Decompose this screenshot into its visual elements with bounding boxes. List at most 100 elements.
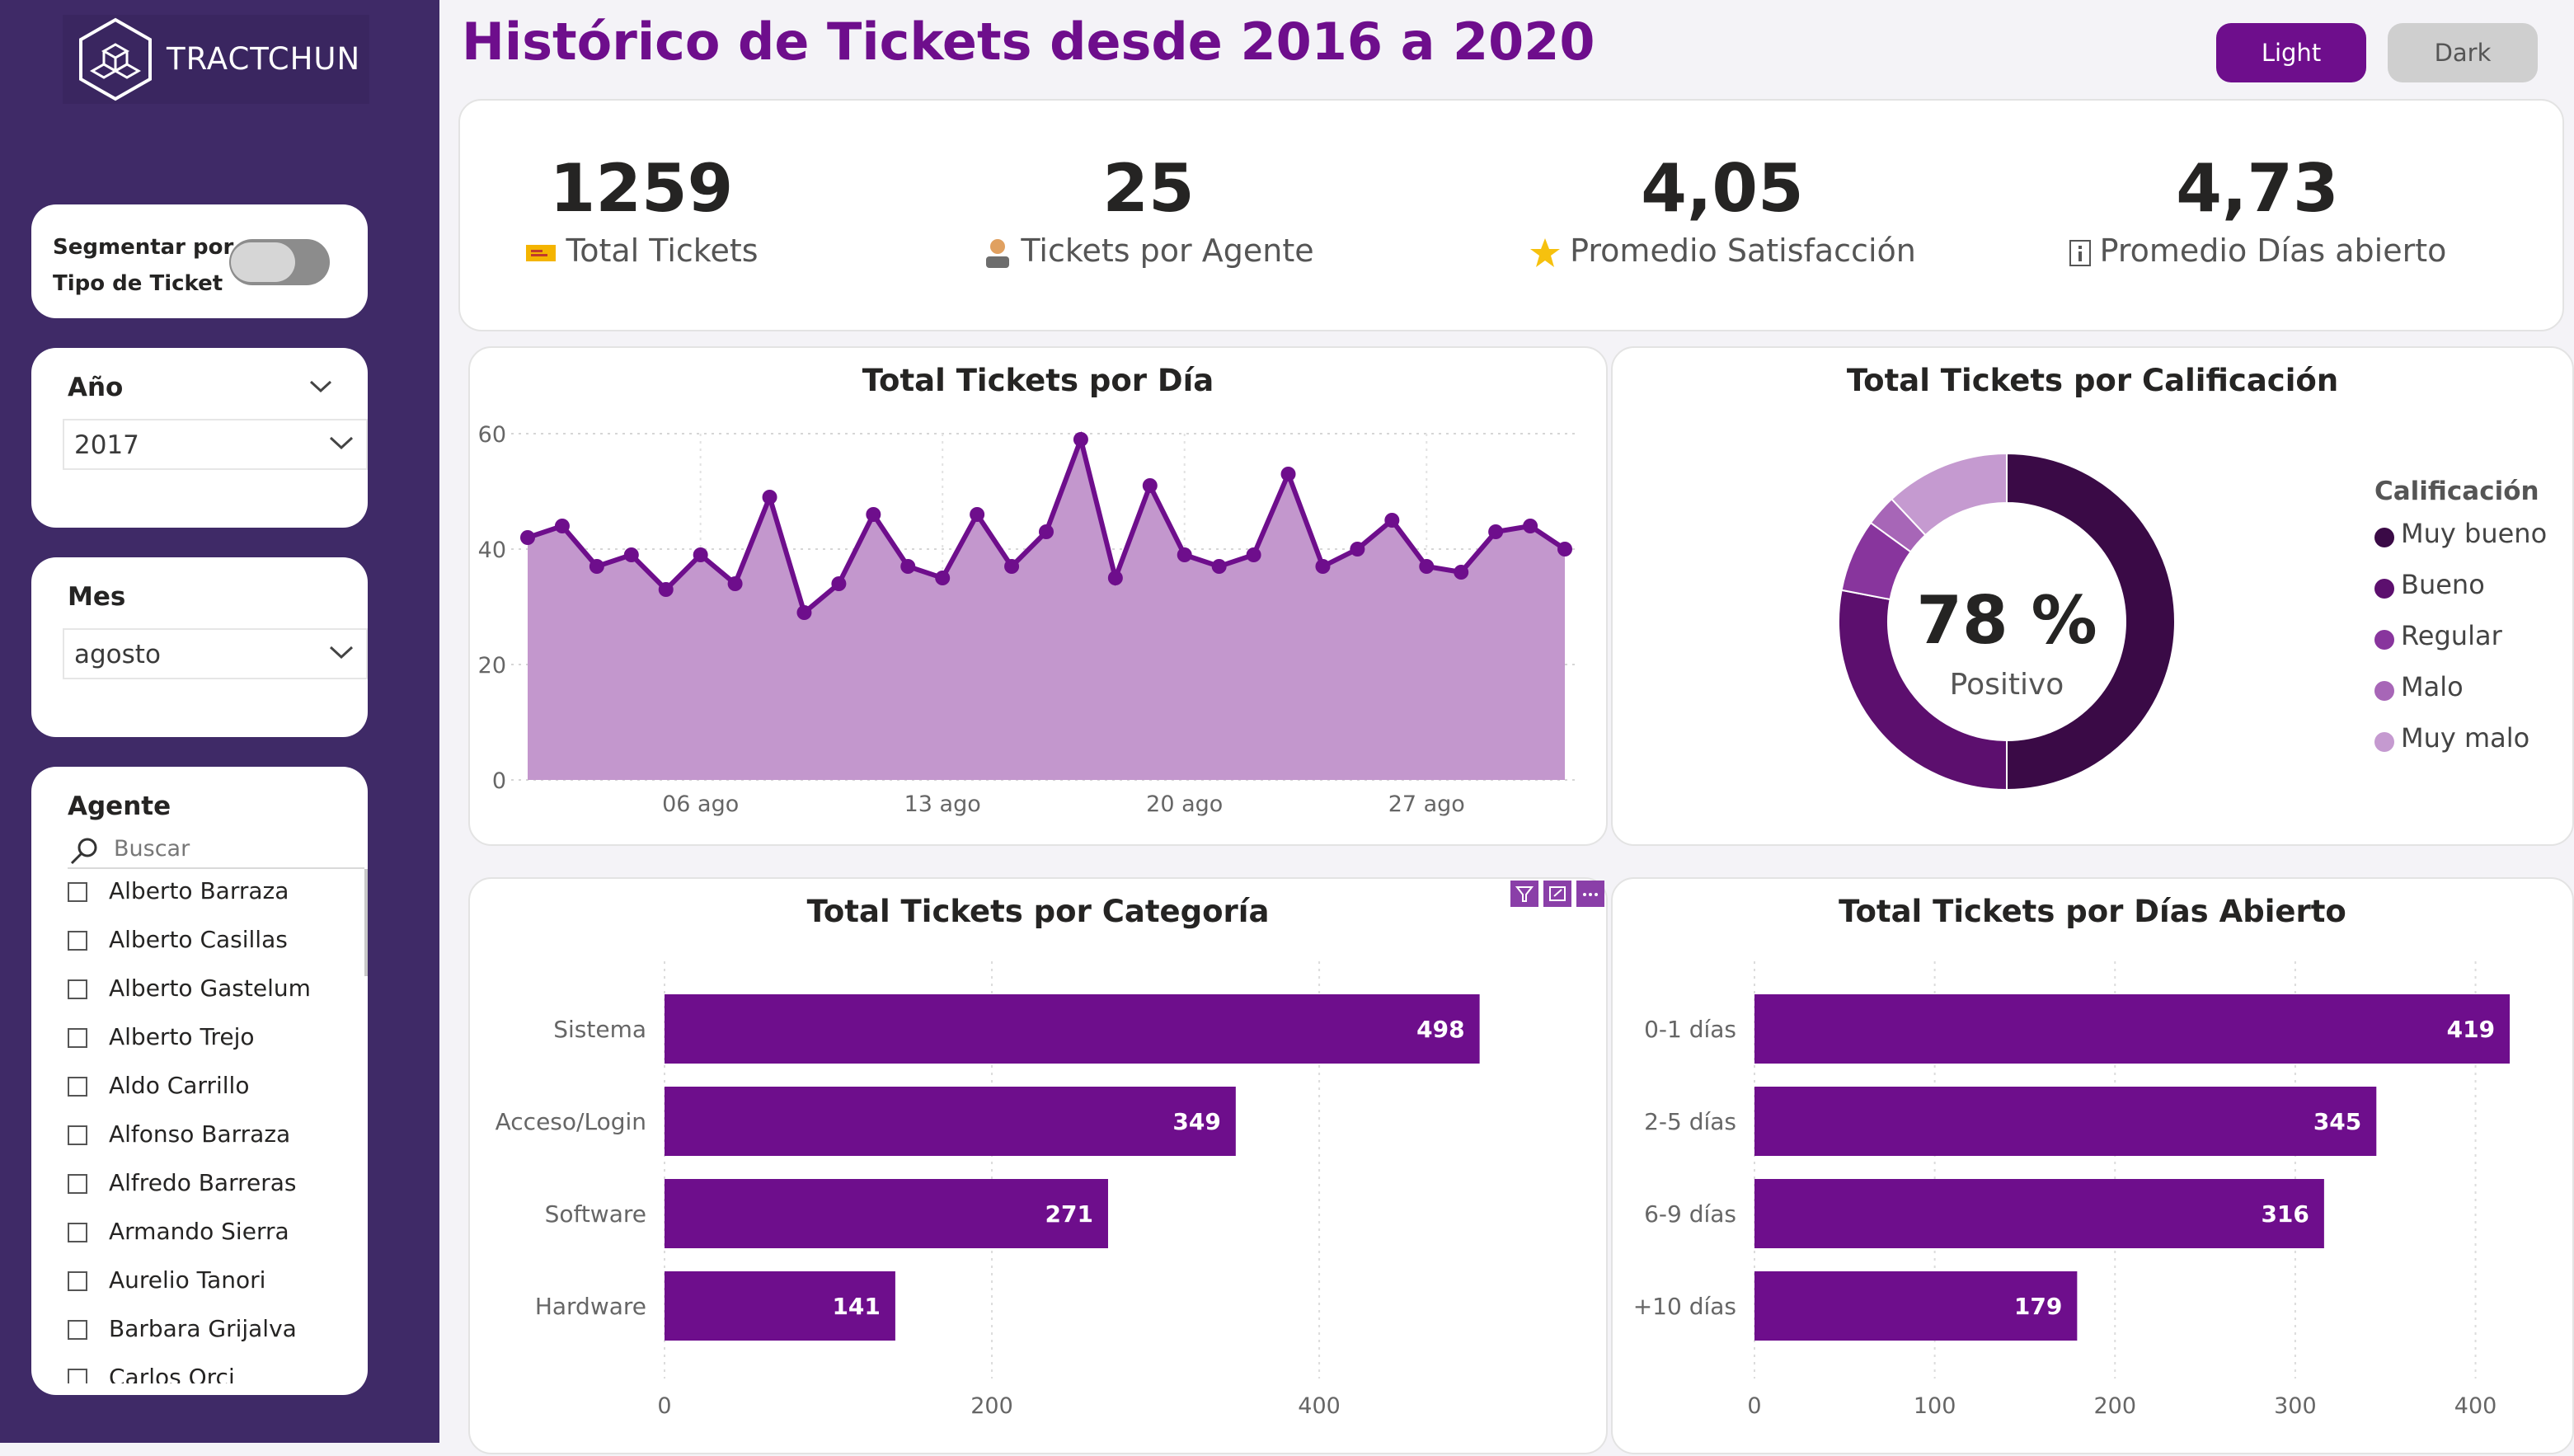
legend-item[interactable]: Bueno — [2374, 569, 2547, 620]
brand-name: TRACTCHUN — [167, 41, 361, 77]
data-point[interactable] — [1004, 559, 1020, 574]
chevron-down-icon[interactable] — [308, 379, 333, 394]
x-tick-label: 06 ago — [662, 791, 739, 817]
more-options-icon[interactable] — [1576, 881, 1604, 907]
data-point[interactable] — [1246, 547, 1261, 562]
agent-list-item[interactable]: Aldo Carrillo — [68, 1064, 364, 1112]
data-point[interactable] — [831, 576, 847, 591]
data-point[interactable] — [1419, 559, 1435, 574]
agent-list-item[interactable]: Alberto Trejo — [68, 1015, 364, 1064]
data-point[interactable] — [1350, 542, 1365, 557]
agent-checkbox[interactable] — [68, 1174, 87, 1194]
bar[interactable] — [665, 994, 1480, 1064]
data-point[interactable] — [866, 507, 881, 522]
category-bar-chart[interactable]: 0 200 400 Sistema 498 Acceso/Login 349 Software… — [470, 879, 1609, 1456]
light-theme-button[interactable]: Light — [2216, 23, 2366, 82]
data-point[interactable] — [1177, 547, 1192, 562]
data-point[interactable] — [623, 547, 639, 562]
data-point[interactable] — [1211, 559, 1227, 574]
area-fill — [528, 439, 1565, 780]
data-point[interactable] — [1039, 524, 1054, 539]
agent-checkbox[interactable] — [68, 1028, 87, 1048]
data-point[interactable] — [658, 582, 674, 597]
agent-list-item[interactable]: Alberto Casillas — [68, 918, 364, 966]
bar[interactable] — [1754, 1087, 2377, 1156]
data-point[interactable] — [1315, 559, 1331, 574]
agent-checkbox[interactable] — [68, 931, 87, 951]
agent-checkbox[interactable] — [68, 1320, 87, 1340]
legend-item[interactable]: Malo — [2374, 671, 2547, 722]
agent-search-input[interactable]: Buscar — [68, 834, 364, 869]
data-point[interactable] — [554, 519, 570, 533]
agent-list-scrollbar[interactable] — [364, 869, 368, 976]
data-point[interactable] — [762, 490, 777, 505]
data-point[interactable] — [693, 547, 708, 562]
legend-item[interactable]: Muy bueno — [2374, 518, 2547, 569]
segment-label-line2: Tipo de Ticket — [53, 271, 223, 296]
sidebar: TRACTCHUN Segmentar por Tipo de Ticket A… — [0, 0, 439, 1443]
agent-checkbox[interactable] — [68, 1125, 87, 1145]
data-point[interactable] — [589, 559, 604, 574]
agent-checkbox[interactable] — [68, 882, 87, 902]
kpi-value: 4,05 — [1641, 150, 1804, 227]
agent-list-item[interactable]: Carlos Orci — [68, 1355, 364, 1383]
data-point[interactable] — [1107, 571, 1123, 585]
bar[interactable] — [1754, 994, 2511, 1064]
kpi-label: Tickets por Agente — [1021, 232, 1314, 269]
data-point[interactable] — [1384, 513, 1400, 528]
page-title: Histórico de Tickets desde 2016 a 2020 — [462, 12, 1595, 72]
agent-list-item[interactable]: Alberto Gastelum — [68, 966, 364, 1015]
x-tick-label: 20 ago — [1146, 791, 1223, 817]
agent-list-item[interactable]: Aurelio Tanori — [68, 1258, 364, 1307]
data-point[interactable] — [1488, 524, 1504, 539]
agent-list-item[interactable]: Alfonso Barraza — [68, 1112, 364, 1161]
data-point[interactable] — [935, 571, 951, 585]
agent-checkbox[interactable] — [68, 1369, 87, 1383]
agent-list-item[interactable]: Armando Sierra — [68, 1209, 364, 1258]
legend-item[interactable]: Regular — [2374, 620, 2547, 671]
segment-card: Segmentar por Tipo de Ticket — [31, 204, 368, 318]
data-point[interactable] — [1280, 467, 1296, 481]
bar[interactable] — [665, 1087, 1236, 1156]
data-point[interactable] — [727, 576, 743, 591]
agent-checkbox[interactable] — [68, 1223, 87, 1242]
agent-name: Alfonso Barraza — [109, 1120, 291, 1148]
data-point[interactable] — [520, 530, 535, 545]
agent-checkbox[interactable] — [68, 979, 87, 999]
data-point[interactable] — [970, 507, 985, 522]
x-tick-label: 400 — [2454, 1393, 2497, 1419]
month-dropdown[interactable]: agosto — [63, 628, 368, 679]
dark-theme-button[interactable]: Dark — [2388, 23, 2538, 82]
year-dropdown[interactable]: 2017 — [63, 419, 368, 470]
focus-mode-icon[interactable] — [1543, 881, 1571, 907]
segment-toggle[interactable] — [229, 239, 330, 285]
donut-chart[interactable]: 78 % Positivo — [1613, 348, 2190, 848]
bar[interactable] — [665, 1179, 1108, 1248]
agent-name: Armando Sierra — [109, 1218, 289, 1245]
data-point[interactable] — [1523, 519, 1538, 533]
agent-list-item[interactable]: Alfredo Barreras — [68, 1161, 364, 1209]
x-tick-label: 0 — [657, 1393, 671, 1419]
agent-list-item[interactable]: Alberto Barraza — [68, 869, 364, 918]
legend-label: Muy bueno — [2401, 518, 2548, 549]
legend-item[interactable]: Muy malo — [2374, 722, 2547, 773]
data-point[interactable] — [1142, 478, 1158, 493]
agent-slicer: Agente Buscar Alberto Barraza Alberto Cas… — [31, 767, 368, 1395]
data-point[interactable] — [796, 605, 812, 620]
bar[interactable] — [1754, 1179, 2324, 1248]
days-open-bar-chart[interactable]: 0 100 200 300 400 0-1 días 419 2-5 días 345 6-9 d… — [1613, 879, 2574, 1456]
agent-checkbox[interactable] — [68, 1077, 87, 1097]
agent-name: Carlos Orci — [109, 1364, 235, 1383]
data-label: 141 — [832, 1293, 880, 1320]
data-point[interactable] — [1073, 432, 1088, 447]
data-point[interactable] — [1557, 542, 1572, 557]
agent-checkbox[interactable] — [68, 1271, 87, 1291]
category-label: Software — [545, 1200, 646, 1228]
area-chart[interactable]: 0 20 40 60 06 ago 13 ago 20 ago 27 ago — [470, 348, 1609, 848]
agent-list-item[interactable]: Barbara Grijalva — [68, 1307, 364, 1355]
data-point[interactable] — [1454, 565, 1469, 580]
agent-slicer-title: Agente — [68, 791, 171, 821]
data-point[interactable] — [900, 559, 916, 574]
x-tick-label: 200 — [970, 1393, 1013, 1419]
filter-icon[interactable] — [1510, 881, 1538, 907]
